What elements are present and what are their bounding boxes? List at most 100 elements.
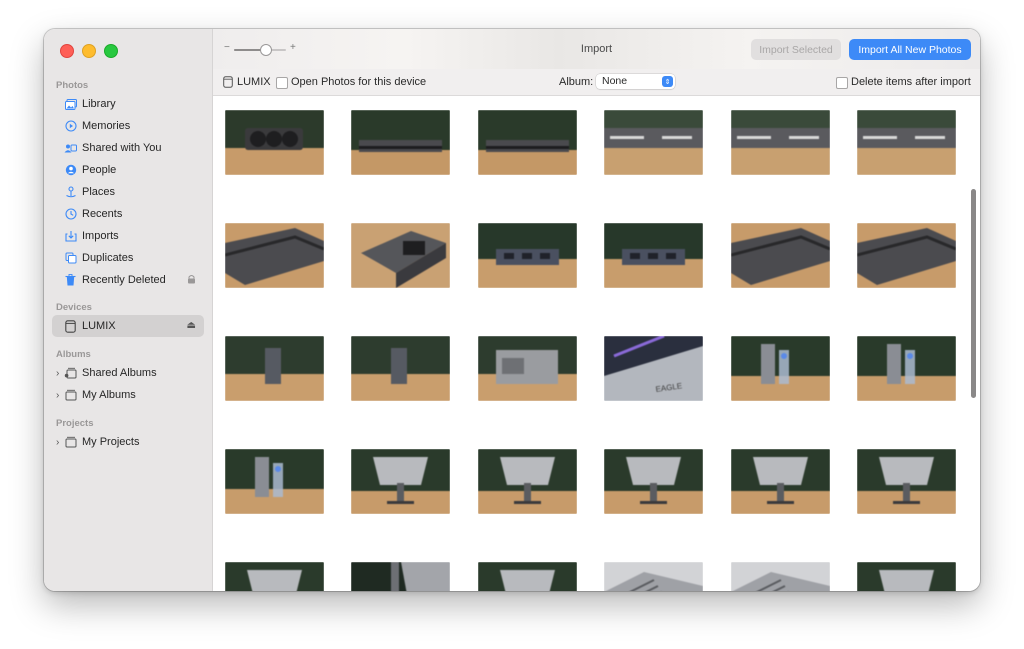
people-icon bbox=[64, 164, 77, 177]
photo-thumbnail[interactable] bbox=[478, 110, 577, 175]
albums-icon bbox=[64, 389, 77, 402]
sidebar-item-label: Imports bbox=[82, 230, 119, 242]
projects-icon bbox=[64, 436, 77, 449]
album-select-value: None bbox=[602, 75, 628, 87]
photo-thumbnail[interactable] bbox=[225, 449, 324, 514]
photo-thumbnail[interactable] bbox=[731, 223, 830, 288]
chevron-right-icon[interactable]: › bbox=[56, 437, 64, 448]
sidebar-item-label: LUMIX bbox=[82, 320, 116, 332]
sidebar-item-places[interactable]: Places bbox=[52, 181, 204, 203]
photo-thumbnail[interactable] bbox=[731, 336, 830, 401]
photo-thumbnail[interactable] bbox=[478, 562, 577, 591]
shared-albums-icon bbox=[64, 367, 77, 380]
photo-thumbnail[interactable] bbox=[857, 449, 956, 514]
sidebar-item-my-projects[interactable]: › My Projects bbox=[52, 431, 204, 453]
sidebar-item-my-albums[interactable]: › My Albums bbox=[52, 384, 204, 406]
photo-thumbnail[interactable] bbox=[351, 562, 450, 591]
sidebar-item-label: Recents bbox=[82, 208, 123, 220]
album-select[interactable]: None ⇕ bbox=[596, 74, 675, 89]
vertical-scrollbar[interactable] bbox=[971, 189, 976, 398]
sidebar-item-label: Memories bbox=[82, 120, 131, 132]
device-name: LUMIX bbox=[237, 76, 271, 88]
camera-device-icon bbox=[223, 76, 233, 91]
toolbar: − + Import Import Selected Import All Ne… bbox=[213, 29, 980, 69]
sidebar-item-shared-albums[interactable]: › Shared Albums bbox=[52, 362, 204, 384]
select-stepper-icon: ⇕ bbox=[662, 76, 673, 87]
photo-thumbnail[interactable] bbox=[225, 223, 324, 288]
sidebar-item-duplicates[interactable]: Duplicates bbox=[52, 247, 204, 269]
sidebar-item-shared-with-you[interactable]: Shared with You bbox=[52, 137, 204, 159]
photo-thumbnail[interactable] bbox=[351, 110, 450, 175]
sidebar-item-label: Duplicates bbox=[82, 252, 134, 264]
chevron-right-icon[interactable]: › bbox=[56, 390, 64, 401]
sidebar-item-label: Library bbox=[82, 98, 116, 110]
photo-thumbnail[interactable] bbox=[857, 562, 956, 591]
open-photos-checkbox[interactable] bbox=[276, 77, 288, 89]
sidebar-item-label: Recently Deleted bbox=[82, 274, 166, 286]
sidebar-item-label: Places bbox=[82, 186, 116, 198]
photo-thumbnail[interactable] bbox=[731, 562, 830, 591]
photo-thumbnail[interactable] bbox=[604, 223, 703, 288]
imports-icon bbox=[64, 230, 77, 243]
section-label-projects: Projects bbox=[56, 418, 94, 429]
recents-icon bbox=[64, 208, 77, 221]
photo-thumbnail[interactable] bbox=[604, 110, 703, 175]
sidebar-item-label: My Albums bbox=[82, 389, 136, 401]
photo-thumbnail[interactable] bbox=[478, 336, 577, 401]
places-icon bbox=[64, 186, 77, 199]
trash-icon bbox=[64, 274, 77, 287]
sidebar-item-label: People bbox=[82, 164, 117, 176]
sidebar-item-label: Shared Albums bbox=[82, 367, 157, 379]
delete-after-import-label[interactable]: Delete items after import bbox=[851, 76, 971, 88]
photo-thumbnail[interactable] bbox=[857, 336, 956, 401]
photo-thumbnail[interactable] bbox=[604, 562, 703, 591]
sidebar-item-recents[interactable]: Recents bbox=[52, 203, 204, 225]
chevron-right-icon[interactable]: › bbox=[56, 368, 64, 379]
open-photos-label[interactable]: Open Photos for this device bbox=[291, 76, 426, 88]
sidebar-item-library[interactable]: Library bbox=[52, 93, 204, 115]
sidebar-item-label: Shared with You bbox=[82, 142, 162, 154]
photo-thumbnail[interactable] bbox=[225, 562, 324, 591]
photo-thumbnail[interactable] bbox=[351, 223, 450, 288]
sidebar-item-label: My Projects bbox=[82, 436, 140, 448]
sidebar: Photos Library Memories Shared with You … bbox=[44, 29, 213, 591]
photo-thumbnail[interactable]: EAGLE bbox=[604, 336, 703, 401]
photo-thumbnail[interactable] bbox=[857, 223, 956, 288]
section-label-photos: Photos bbox=[56, 80, 89, 91]
sidebar-item-people[interactable]: People bbox=[52, 159, 204, 181]
import-options-bar: LUMIX Open Photos for this device Album:… bbox=[213, 69, 980, 96]
album-label: Album: bbox=[559, 76, 594, 88]
main-area: − + Import Import Selected Import All Ne… bbox=[213, 29, 980, 591]
photo-thumbnail[interactable] bbox=[731, 110, 830, 175]
photo-thumbnail[interactable] bbox=[731, 449, 830, 514]
import-all-new-photos-button[interactable]: Import All New Photos bbox=[849, 39, 971, 60]
fullscreen-button[interactable] bbox=[104, 44, 118, 58]
sidebar-item-lumix[interactable]: LUMIX ⏏ bbox=[52, 315, 204, 337]
photo-thumbnail[interactable] bbox=[225, 110, 324, 175]
delete-after-import-checkbox[interactable] bbox=[836, 77, 848, 89]
photo-thumbnail[interactable] bbox=[604, 449, 703, 514]
sidebar-item-recently-deleted[interactable]: Recently Deleted bbox=[52, 269, 204, 291]
photo-thumbnail[interactable] bbox=[351, 449, 450, 514]
photo-thumbnail[interactable] bbox=[478, 449, 577, 514]
shared-with-you-icon bbox=[64, 142, 77, 155]
sidebar-item-memories[interactable]: Memories bbox=[52, 115, 204, 137]
memories-icon bbox=[64, 120, 77, 133]
lock-icon bbox=[187, 274, 196, 287]
duplicates-icon bbox=[64, 252, 77, 265]
photo-thumbnail[interactable] bbox=[857, 110, 956, 175]
import-selected-button[interactable]: Import Selected bbox=[751, 39, 841, 60]
camera-device-icon bbox=[64, 319, 77, 333]
library-icon bbox=[64, 98, 77, 111]
photo-thumbnail[interactable] bbox=[478, 223, 577, 288]
close-button[interactable] bbox=[60, 44, 74, 58]
sidebar-item-imports[interactable]: Imports bbox=[52, 225, 204, 247]
section-label-devices: Devices bbox=[56, 302, 92, 313]
photo-thumbnail[interactable] bbox=[225, 336, 324, 401]
section-label-albums: Albums bbox=[56, 349, 91, 360]
eject-icon[interactable]: ⏏ bbox=[187, 320, 196, 331]
minimize-button[interactable] bbox=[82, 44, 96, 58]
import-window: Photos Library Memories Shared with You … bbox=[44, 29, 980, 591]
photo-thumbnail[interactable] bbox=[351, 336, 450, 401]
window-controls bbox=[60, 44, 118, 58]
